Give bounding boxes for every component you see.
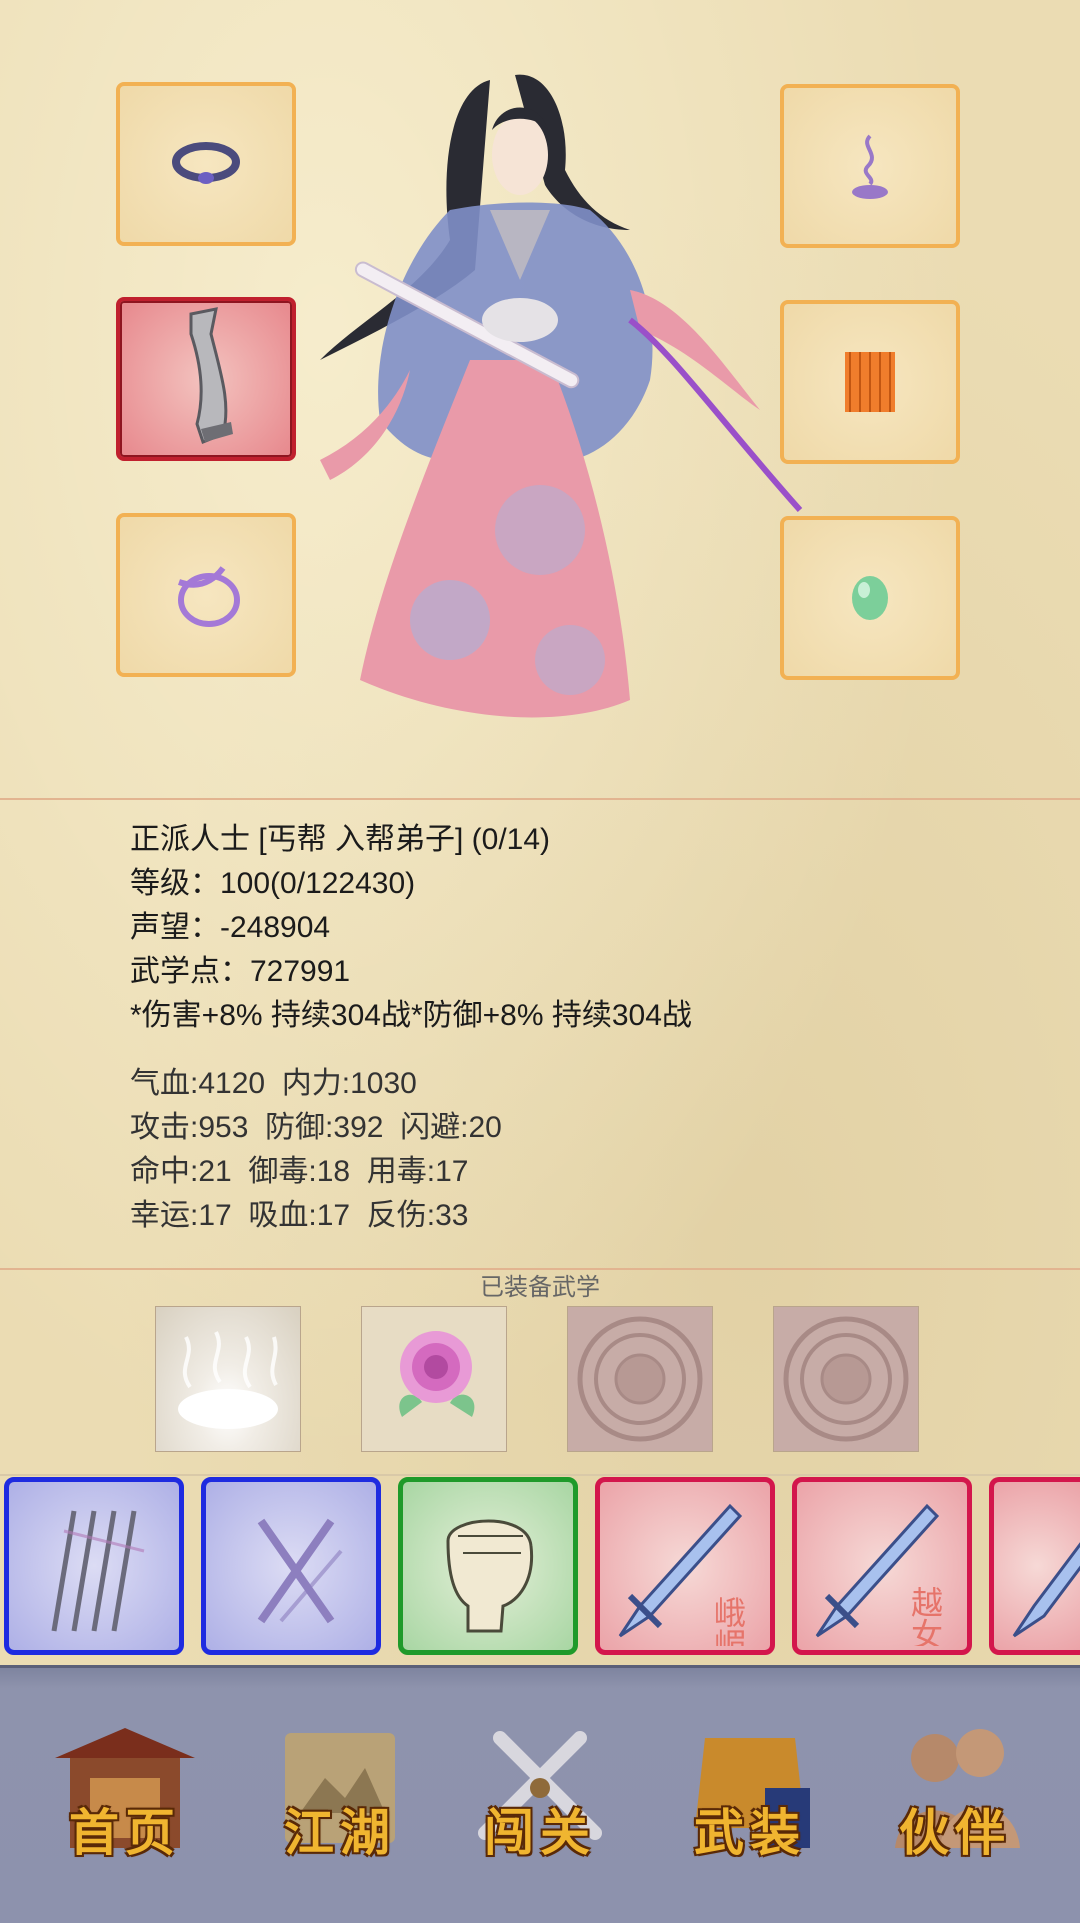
- sword-icon: 越女: [815, 1503, 944, 1646]
- armor-skirt-icon: [845, 352, 895, 412]
- equipped-skills-title: 已装备武学: [480, 1274, 600, 1301]
- sword-icon: [1012, 1542, 1080, 1638]
- skill-card-sword-partial[interactable]: [989, 1477, 1080, 1655]
- broadsword-icon: [189, 307, 233, 444]
- skill-card-yuenv-sword[interactable]: 越女: [792, 1477, 972, 1655]
- skill-card-fist[interactable]: [398, 1477, 578, 1655]
- cross-sticks-icon: [257, 1518, 343, 1624]
- buff-line: *伤害+8% 持续304战*防御+8% 持续304战: [130, 999, 692, 1032]
- attr-line-1: 气血:4120 内力:1030: [130, 1067, 417, 1100]
- nav-home[interactable]: 首页: [40, 1718, 210, 1883]
- nav-jianghu[interactable]: 江湖: [255, 1718, 425, 1883]
- skill-card-claw[interactable]: [4, 1477, 184, 1655]
- ring-icon: [172, 142, 240, 184]
- skill-slot-empty-1[interactable]: [567, 1306, 713, 1452]
- attr-line-2: 攻击:953 防御:392 闪避:20: [130, 1111, 502, 1144]
- level-line: 等级：100(0/122430): [130, 867, 416, 900]
- jade-icon: [852, 576, 888, 620]
- yuenv-label: 越女: [906, 1586, 944, 1646]
- nav-home-label: 首页: [69, 1803, 181, 1862]
- martial-points-line: 武学点：727991: [130, 955, 351, 988]
- equip-slot-bracelet[interactable]: [116, 513, 296, 677]
- nav-partner-label: 伙伴: [899, 1803, 1011, 1862]
- bracelet-icon: [178, 566, 240, 627]
- empty-seal-icon: [783, 1316, 909, 1442]
- skill-slot-peony[interactable]: [361, 1306, 507, 1452]
- peony-icon: [399, 1331, 475, 1417]
- skill-slot-empty-2[interactable]: [773, 1306, 919, 1452]
- divider-bottom: [0, 1474, 1080, 1476]
- incense-icon: [852, 134, 888, 199]
- equip-slot-incense[interactable]: [780, 84, 960, 248]
- divider-top: [0, 798, 1080, 800]
- nav-equip-label: 武装: [694, 1803, 806, 1862]
- attr-line-4: 幸运:17 吸血:17 反伤:33: [130, 1199, 469, 1232]
- equip-slot-ring[interactable]: [116, 82, 296, 246]
- attr-line-3: 命中:21 御毒:18 用毒:17: [130, 1155, 469, 1188]
- skill-slot-mist[interactable]: [155, 1306, 301, 1452]
- sword-icon: 峨嵋: [618, 1503, 747, 1646]
- equip-slot-armor[interactable]: [780, 300, 960, 464]
- nav-challenge-label: 闯关: [484, 1803, 596, 1862]
- attributes-panel: 气血:4120 内力:1030 攻击:953 防御:392 闪避:20 命中:2…: [130, 1062, 502, 1238]
- character-portrait: [320, 74, 803, 718]
- nav-equip[interactable]: 武装: [665, 1718, 835, 1883]
- mist-icon: [178, 1331, 278, 1429]
- bottom-nav: 首页 江湖 闯关 武装 伙伴: [0, 1665, 1080, 1923]
- claw-slash-icon: [51, 1510, 145, 1632]
- skill-card-emei-sword[interactable]: 峨嵋: [595, 1477, 775, 1655]
- emei-label: 峨嵋: [709, 1596, 747, 1646]
- nav-partner[interactable]: 伙伴: [870, 1718, 1040, 1883]
- fist-icon: [446, 1519, 534, 1633]
- skill-card-sticks[interactable]: [201, 1477, 381, 1655]
- equip-slot-jade[interactable]: [780, 516, 960, 680]
- faction-line: 正派人士 [丐帮 入帮弟子] (0/14): [130, 823, 551, 856]
- nav-challenge[interactable]: 闯关: [455, 1718, 625, 1883]
- equip-slot-weapon[interactable]: [116, 297, 296, 461]
- profile-panel: 正派人士 [丐帮 入帮弟子] (0/14) 等级：100(0/122430) 声…: [130, 818, 692, 1038]
- reputation-line: 声望：-248904: [130, 911, 331, 944]
- empty-seal-icon: [577, 1316, 703, 1442]
- nav-jianghu-label: 江湖: [284, 1803, 396, 1862]
